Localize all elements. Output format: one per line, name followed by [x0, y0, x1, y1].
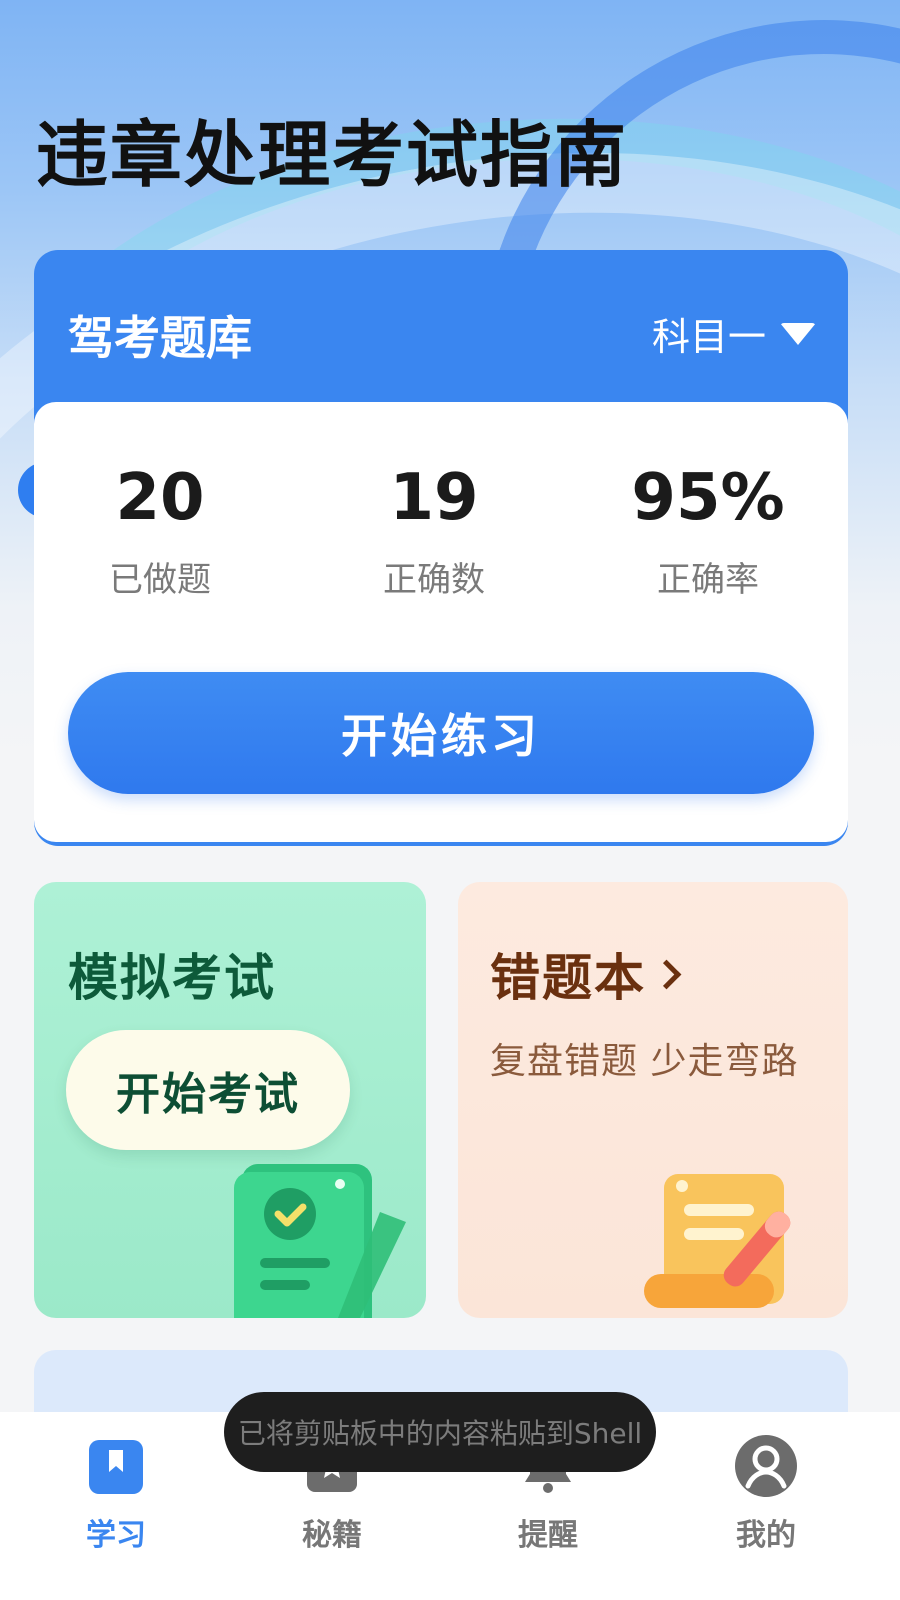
scroll-pencil-icon [644, 1174, 791, 1308]
start-practice-button[interactable]: 开始练习 [68, 672, 814, 794]
person-icon [735, 1435, 797, 1497]
stat-label: 已做题 [109, 560, 211, 600]
wrong-book-subtitle: 复盘错题 少走弯路 [490, 1041, 799, 1082]
stat-value: 19 [389, 461, 479, 535]
clipboard-toast: 已将剪贴板中的内容粘贴到Shell [224, 1392, 656, 1472]
bookmark-icon [87, 1438, 145, 1496]
nav-label: 秘籍 [302, 1518, 362, 1553]
stat-value: 95% [631, 461, 785, 535]
dropdown-triangle-icon [780, 322, 816, 345]
subject-label: 科目一 [651, 315, 766, 359]
nav-label: 学习 [86, 1518, 146, 1553]
start-exam-button[interactable]: 开始考试 [66, 1030, 350, 1150]
question-bank-card: 驾考题库 科目一 20 已做题 19 正确数 95% 正确率 开始练习 [34, 250, 848, 846]
nav-label: 提醒 [518, 1518, 578, 1553]
chevron-right-icon [651, 959, 682, 989]
stat-correct: 19 正确数 [324, 458, 544, 601]
nav-label: 我的 [736, 1518, 796, 1553]
stat-done: 20 已做题 [50, 458, 270, 601]
mock-exam-card[interactable]: 模拟考试 开始考试 [34, 882, 426, 1318]
wrong-book-title: 错题本 [490, 938, 682, 1010]
exam-book-icon [234, 1164, 406, 1318]
bank-title: 驾考题库 [68, 311, 252, 365]
wrong-book-label: 错题本 [490, 949, 646, 1007]
stat-label: 正确率 [657, 560, 759, 600]
page-title: 违章处理考试指南 [36, 113, 629, 197]
nav-study[interactable]: 学习 [56, 1438, 176, 1554]
bank-stats-panel: 20 已做题 19 正确数 95% 正确率 开始练习 [34, 402, 848, 842]
stat-accuracy: 95% 正确率 [598, 458, 818, 601]
nav-mine[interactable]: 我的 [706, 1435, 826, 1554]
subject-dropdown[interactable]: 科目一 [652, 306, 816, 361]
stat-label: 正确数 [383, 560, 485, 600]
bank-header: 驾考题库 科目一 [34, 250, 848, 402]
stat-value: 20 [115, 461, 205, 535]
mock-exam-title: 模拟考试 [68, 949, 276, 1007]
wrong-questions-card[interactable]: 错题本 复盘错题 少走弯路 [458, 882, 848, 1318]
